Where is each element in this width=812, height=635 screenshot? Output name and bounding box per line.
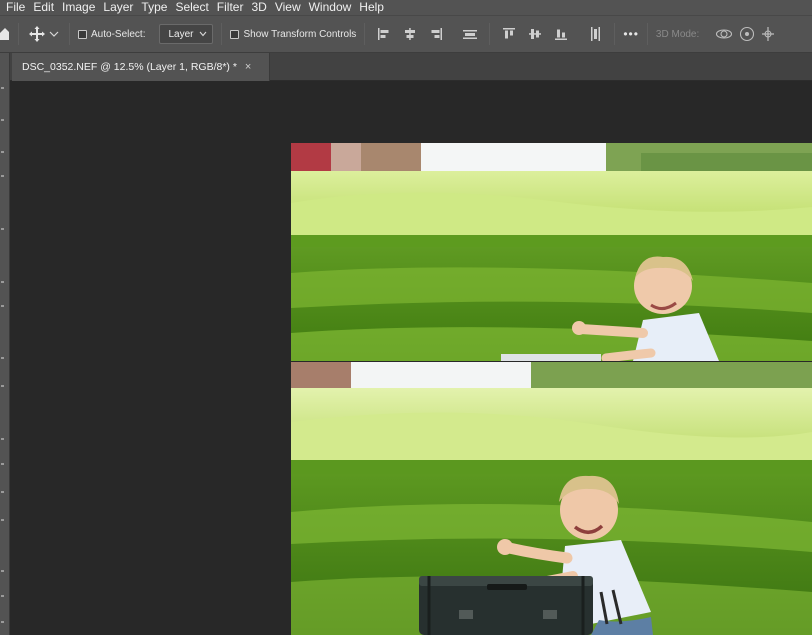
- document-tab[interactable]: DSC_0352.NEF @ 12.5% (Layer 1, RGB/8*) *…: [12, 53, 270, 81]
- tool-marker[interactable]: [1, 621, 4, 623]
- separator: [221, 23, 223, 45]
- tool-marker[interactable]: [1, 87, 4, 89]
- menu-image[interactable]: Image: [58, 1, 99, 14]
- separator: [69, 23, 70, 45]
- photo-layer-main[interactable]: [291, 362, 812, 635]
- distribute-vertically-icon[interactable]: [584, 23, 606, 45]
- align-top-edges-icon[interactable]: [498, 23, 520, 45]
- menu-view[interactable]: View: [271, 1, 305, 14]
- menu-help[interactable]: Help: [355, 1, 388, 14]
- checkbox-box[interactable]: [78, 29, 87, 39]
- tool-marker[interactable]: [1, 281, 4, 283]
- checkbox-box[interactable]: [230, 29, 240, 39]
- tool-marker[interactable]: [1, 570, 4, 572]
- separator: [18, 23, 19, 45]
- tool-marker[interactable]: [1, 357, 4, 359]
- distribute-horizontally-icon[interactable]: [459, 23, 481, 45]
- menu-file[interactable]: File: [0, 1, 29, 14]
- move-tool-preset[interactable]: [27, 26, 61, 42]
- tool-marker[interactable]: [1, 151, 4, 153]
- tool-marker[interactable]: [1, 491, 4, 493]
- tool-marker[interactable]: [1, 305, 4, 307]
- auto-select-target-dropdown[interactable]: Layer: [159, 24, 214, 44]
- 3d-mode-label: 3D Mode:: [655, 28, 700, 40]
- menu-filter[interactable]: Filter: [213, 1, 248, 14]
- pan-3d-icon[interactable]: [761, 26, 775, 42]
- photo-layer-top[interactable]: [291, 143, 812, 361]
- tool-marker[interactable]: [1, 119, 4, 121]
- tool-marker[interactable]: [1, 228, 4, 230]
- menu-bar: File Edit Image Layer Type Select Filter…: [0, 0, 812, 15]
- align-bottom-edges-icon[interactable]: [550, 23, 572, 45]
- tool-marker[interactable]: [1, 595, 4, 597]
- show-transform-checkbox[interactable]: Show Transform Controls: [230, 29, 356, 40]
- close-icon[interactable]: ×: [245, 61, 251, 73]
- menu-window[interactable]: Window: [305, 1, 356, 14]
- menu-layer[interactable]: Layer: [99, 1, 137, 14]
- menu-select[interactable]: Select: [171, 1, 212, 14]
- document-tab-bar: DSC_0352.NEF @ 12.5% (Layer 1, RGB/8*) *…: [10, 53, 812, 81]
- separator: [646, 23, 648, 45]
- auto-select-label: Auto-Select:: [91, 28, 146, 40]
- more-options-button[interactable]: •••: [623, 27, 639, 41]
- separator: [364, 23, 366, 45]
- tool-marker[interactable]: [1, 463, 4, 465]
- align-vertical-centers-icon[interactable]: [524, 23, 546, 45]
- tool-marker[interactable]: [1, 519, 4, 521]
- menu-3d[interactable]: 3D: [247, 1, 270, 14]
- dropdown-value: Layer: [168, 28, 194, 40]
- separator: [614, 23, 616, 45]
- align-right-edges-icon[interactable]: [425, 23, 447, 45]
- tool-marker[interactable]: [1, 385, 4, 387]
- orbit-3d-icon[interactable]: [715, 26, 733, 42]
- tool-marker[interactable]: [1, 175, 4, 177]
- menu-type[interactable]: Type: [137, 1, 171, 14]
- auto-select-checkbox[interactable]: Auto-Select:: [78, 29, 145, 40]
- align-left-edges-icon[interactable]: [373, 23, 395, 45]
- chevron-down-icon: [200, 31, 207, 37]
- show-transform-label: Show Transform Controls: [243, 28, 357, 40]
- tool-marker[interactable]: [1, 438, 4, 440]
- tools-panel: [0, 53, 10, 635]
- align-horizontal-centers-icon[interactable]: [399, 23, 421, 45]
- photoshop-window: File Edit Image Layer Type Select Filter…: [0, 0, 812, 635]
- separator: [489, 23, 491, 45]
- move-icon: [29, 26, 45, 42]
- document-tab-title: DSC_0352.NEF @ 12.5% (Layer 1, RGB/8*) *: [22, 61, 237, 73]
- home-icon[interactable]: [0, 28, 10, 40]
- roll-3d-icon[interactable]: [739, 26, 755, 42]
- chevron-down-icon: [49, 31, 59, 37]
- options-bar: Auto-Select: Layer Show Transform Contro…: [0, 15, 812, 53]
- canvas-area[interactable]: [10, 81, 812, 635]
- menu-edit[interactable]: Edit: [29, 1, 58, 14]
